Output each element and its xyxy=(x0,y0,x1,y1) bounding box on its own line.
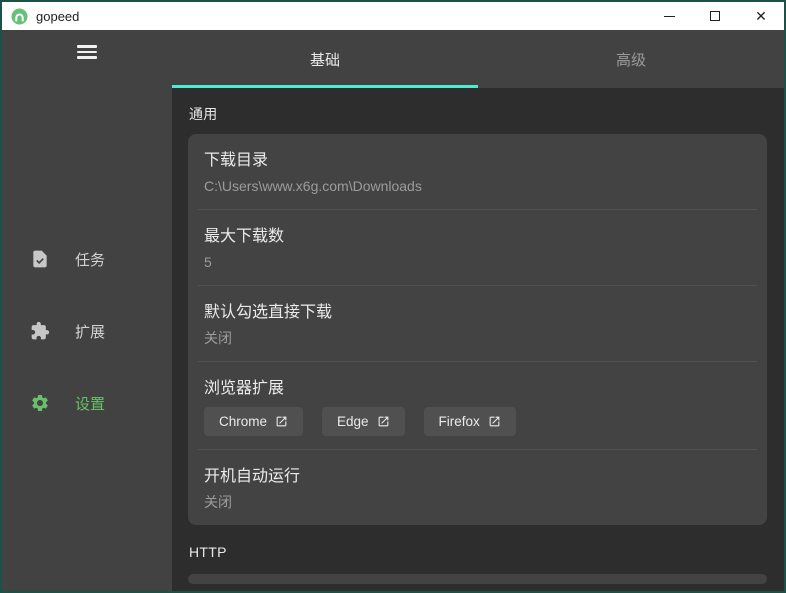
sidebar-item-label: 任务 xyxy=(75,251,106,269)
edge-extension-button[interactable]: Edge xyxy=(322,407,405,436)
tab-advanced[interactable]: 高级 xyxy=(478,30,784,88)
open-in-new-icon xyxy=(489,416,500,427)
setting-title: 默认勾选直接下载 xyxy=(204,304,333,321)
setting-title: 最大下载数 xyxy=(204,228,285,245)
window-title: gopeed xyxy=(36,8,80,24)
titlebar: gopeed ✕ xyxy=(2,2,784,30)
setting-value: C:\Users\www.x6g.com\Downloads xyxy=(204,178,422,194)
setting-row-autostart[interactable]: 开机自动运行 关闭 xyxy=(188,450,767,525)
setting-title: 开机自动运行 xyxy=(204,468,301,485)
setting-title: 浏览器扩展 xyxy=(204,380,285,397)
general-settings-card: 下载目录 C:\Users\www.x6g.com\Downloads 最大下载… xyxy=(188,134,767,525)
app-body: 任务 扩展 设置 基础 高级 通用 下载目录 C:\Users\www.x6g.… xyxy=(2,30,784,591)
main-panel: 基础 高级 通用 下载目录 C:\Users\www.x6g.com\Downl… xyxy=(172,30,784,591)
app-window: gopeed ✕ 任务 扩展 设置 基础 高级 通用 下载目录 C:\Users… xyxy=(0,0,786,593)
minimize-button[interactable] xyxy=(646,2,692,30)
setting-title: 下载目录 xyxy=(204,152,269,169)
settings-content: 通用 下载目录 C:\Users\www.x6g.com\Downloads 最… xyxy=(172,88,784,591)
extension-buttons: Chrome Edge Firefox xyxy=(204,407,751,436)
sidebar: 任务 扩展 设置 xyxy=(2,30,172,591)
sidebar-item-label: 设置 xyxy=(75,395,106,413)
chrome-extension-button[interactable]: Chrome xyxy=(204,407,304,436)
minimize-icon xyxy=(663,15,675,17)
sidebar-nav: 任务 扩展 设置 xyxy=(2,247,172,463)
maximize-icon xyxy=(710,11,720,21)
section-header-general: 通用 xyxy=(189,106,218,122)
task-icon xyxy=(33,250,47,268)
firefox-extension-button[interactable]: Firefox xyxy=(423,407,516,436)
setting-value: 关闭 xyxy=(204,494,232,510)
tab-active-indicator xyxy=(172,85,478,88)
maximize-button[interactable] xyxy=(692,2,738,30)
window-controls: ✕ xyxy=(646,2,784,30)
setting-value: 5 xyxy=(204,254,212,270)
tabbar: 基础 高级 xyxy=(172,30,784,88)
hamburger-icon xyxy=(77,45,97,48)
open-in-new-icon xyxy=(276,416,287,427)
gopeed-logo-icon xyxy=(11,7,28,25)
close-button[interactable]: ✕ xyxy=(738,2,784,30)
menu-button[interactable] xyxy=(77,45,97,59)
setting-value: 关闭 xyxy=(204,330,232,346)
sidebar-item-label: 扩展 xyxy=(75,323,106,341)
sidebar-item-extensions[interactable]: 扩展 xyxy=(2,319,172,343)
setting-row-browser-extensions: 浏览器扩展 Chrome Edge Firefox xyxy=(188,362,767,449)
sidebar-item-settings[interactable]: 设置 xyxy=(2,391,172,415)
close-icon: ✕ xyxy=(755,8,767,24)
setting-row-default-direct-download[interactable]: 默认勾选直接下载 关闭 xyxy=(188,286,767,361)
tab-basic[interactable]: 基础 xyxy=(172,30,478,88)
sidebar-item-tasks[interactable]: 任务 xyxy=(2,247,172,271)
gear-icon xyxy=(32,395,48,411)
extension-icon xyxy=(31,321,50,340)
setting-row-download-dir[interactable]: 下载目录 C:\Users\www.x6g.com\Downloads xyxy=(188,134,767,209)
setting-row-max-downloads[interactable]: 最大下载数 5 xyxy=(188,210,767,285)
open-in-new-icon xyxy=(378,416,388,427)
section-header-http: HTTP xyxy=(189,544,227,560)
http-settings-card xyxy=(188,574,767,584)
